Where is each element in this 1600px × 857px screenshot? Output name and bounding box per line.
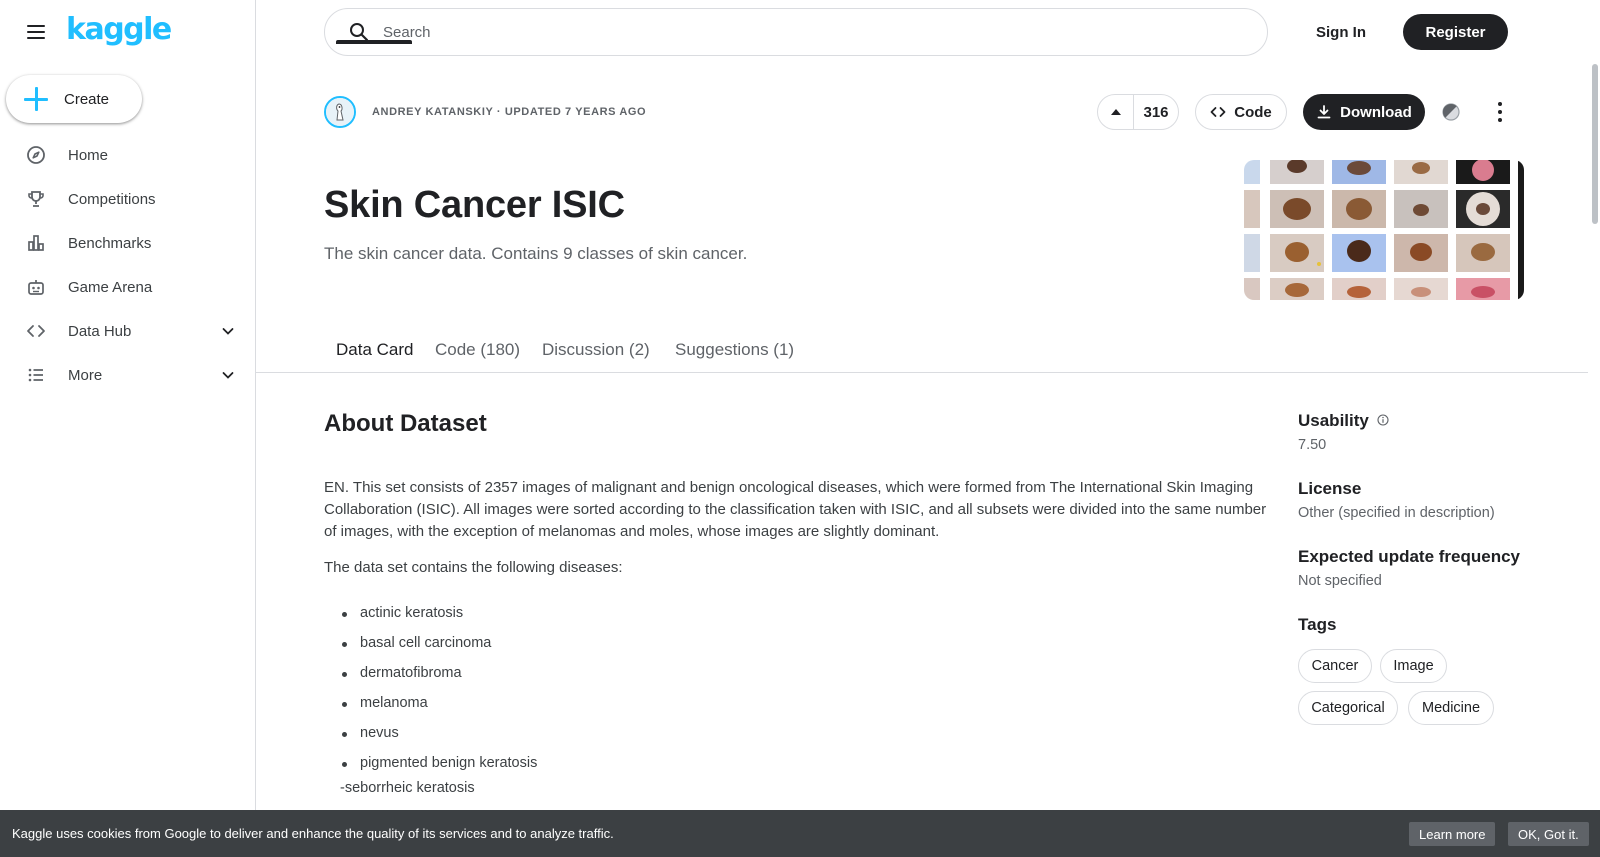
download-icon <box>1317 105 1331 119</box>
diseases-intro: The data set contains the following dise… <box>324 559 623 576</box>
caret-up-icon <box>1110 109 1121 115</box>
sidebar-item-label: Competitions <box>68 190 156 208</box>
vote-box: 316 <box>1097 94 1179 130</box>
tab-data-card[interactable]: Data Card <box>336 340 413 360</box>
license-label: License <box>1298 479 1362 498</box>
sign-in-button[interactable]: Sign In <box>1296 14 1386 50</box>
tab-bar: Data Card Code (180) Discussion (2) Sugg… <box>256 328 1588 373</box>
create-label: Create <box>64 90 110 108</box>
compass-icon <box>26 145 46 165</box>
code-button-label: Code <box>1234 103 1272 121</box>
theme-toggle-icon[interactable] <box>1441 102 1461 122</box>
sidebar-item-label: Data Hub <box>68 322 132 340</box>
sidebar-item-label: More <box>68 366 103 384</box>
license-section: License Other (specified in description) <box>1298 479 1538 521</box>
tags-label: Tags <box>1298 615 1337 634</box>
usability-label-text: Usability <box>1298 411 1369 430</box>
list-item: actinic keratosis <box>341 605 537 635</box>
trophy-icon <box>26 189 46 209</box>
sidebar-item-label: Benchmarks <box>68 234 152 252</box>
sidebar-item-data-hub[interactable]: Data Hub <box>0 309 256 353</box>
search-bar[interactable] <box>324 8 1268 56</box>
sidebar-item-game-arena[interactable]: Game Arena <box>0 265 256 309</box>
code-button[interactable]: Code <box>1195 94 1287 130</box>
sidebar-header: kaggle <box>0 0 255 64</box>
about-dataset-heading: About Dataset <box>324 410 487 437</box>
scrollbar-thumb[interactable] <box>1592 64 1598 224</box>
code-icon <box>1210 107 1226 117</box>
tag-chip[interactable]: Medicine <box>1408 691 1494 725</box>
list-item: nevus <box>341 725 537 755</box>
update-frequency-section: Expected update frequency Not specified <box>1298 547 1538 589</box>
active-tab-indicator <box>336 40 412 44</box>
sidebar-item-competitions[interactable]: Competitions <box>0 177 256 221</box>
download-button-label: Download <box>1340 103 1412 121</box>
chevron-down-icon[interactable] <box>220 323 236 339</box>
diseases-list: actinic keratosis basal cell carcinoma d… <box>341 605 537 785</box>
search-icon <box>350 23 369 42</box>
usability-section: Usability 7.50 <box>1298 411 1538 453</box>
sidebar-item-label: Game Arena <box>68 278 153 296</box>
vote-count: 316 <box>1143 103 1169 121</box>
sidebar-item-label: Home <box>68 146 109 164</box>
tab-suggestions[interactable]: Suggestions (1) <box>675 340 794 360</box>
sidebar-item-home[interactable]: Home <box>0 133 256 177</box>
frequency-label: Expected update frequency <box>1298 547 1521 566</box>
tag-chip[interactable]: Cancer <box>1298 649 1372 683</box>
code-icon <box>26 321 46 341</box>
sidebar: kaggle Create Home Competitions Benchmar… <box>0 0 256 857</box>
bar-chart-icon <box>26 233 46 253</box>
chevron-down-icon[interactable] <box>220 367 236 383</box>
avatar[interactable] <box>324 96 356 128</box>
list-item: basal cell carcinoma <box>341 635 537 665</box>
tab-discussion[interactable]: Discussion (2) <box>542 340 650 360</box>
info-icon[interactable] <box>1377 414 1389 426</box>
tag-chip[interactable]: Image <box>1380 649 1447 683</box>
robot-icon <box>26 277 46 297</box>
more-options-icon[interactable] <box>1490 100 1510 124</box>
download-button[interactable]: Download <box>1303 94 1425 130</box>
usability-value: 7.50 <box>1298 437 1327 453</box>
list-item: melanoma <box>341 695 537 725</box>
list-icon <box>26 365 46 385</box>
sidebar-item-benchmarks[interactable]: Benchmarks <box>0 221 256 265</box>
learn-more-button[interactable]: Learn more <box>1409 822 1496 846</box>
register-button[interactable]: Register <box>1403 14 1508 50</box>
frequency-value: Not specified <box>1298 573 1382 589</box>
tab-code[interactable]: Code (180) <box>435 340 520 360</box>
upvote-button[interactable] <box>1098 95 1134 129</box>
cookie-banner: Kaggle uses cookies from Google to deliv… <box>0 810 1600 857</box>
create-button[interactable]: Create <box>6 75 142 123</box>
dataset-thumbnail <box>1244 160 1524 300</box>
page-subtitle: The skin cancer data. Contains 9 classes… <box>324 244 748 263</box>
license-value: Other (specified in description) <box>1298 505 1495 521</box>
sidebar-nav: Home Competitions Benchmarks Game Arena … <box>0 133 256 397</box>
plus-icon <box>24 87 48 111</box>
kaggle-logo[interactable]: kaggle <box>66 15 172 45</box>
list-item: dermatofibroma <box>341 665 537 695</box>
list-extra-line: -seborrheic keratosis <box>340 780 475 796</box>
dataset-description: EN. This set consists of 2357 images of … <box>324 479 1267 540</box>
accept-cookies-button[interactable]: OK, Got it. <box>1508 822 1589 846</box>
cookie-text: Kaggle uses cookies from Google to deliv… <box>12 826 614 841</box>
menu-icon[interactable] <box>24 20 48 44</box>
search-input[interactable] <box>383 23 1243 41</box>
usability-label: Usability <box>1298 411 1538 431</box>
page-title: Skin Cancer ISIC <box>324 184 625 226</box>
tags-section: Tags <box>1298 615 1538 635</box>
tag-chip[interactable]: Categorical <box>1298 691 1398 725</box>
dataset-meta: ANDREY KATANSKIY · UPDATED 7 YEARS AGO <box>372 106 647 118</box>
sidebar-item-more[interactable]: More <box>0 353 256 397</box>
